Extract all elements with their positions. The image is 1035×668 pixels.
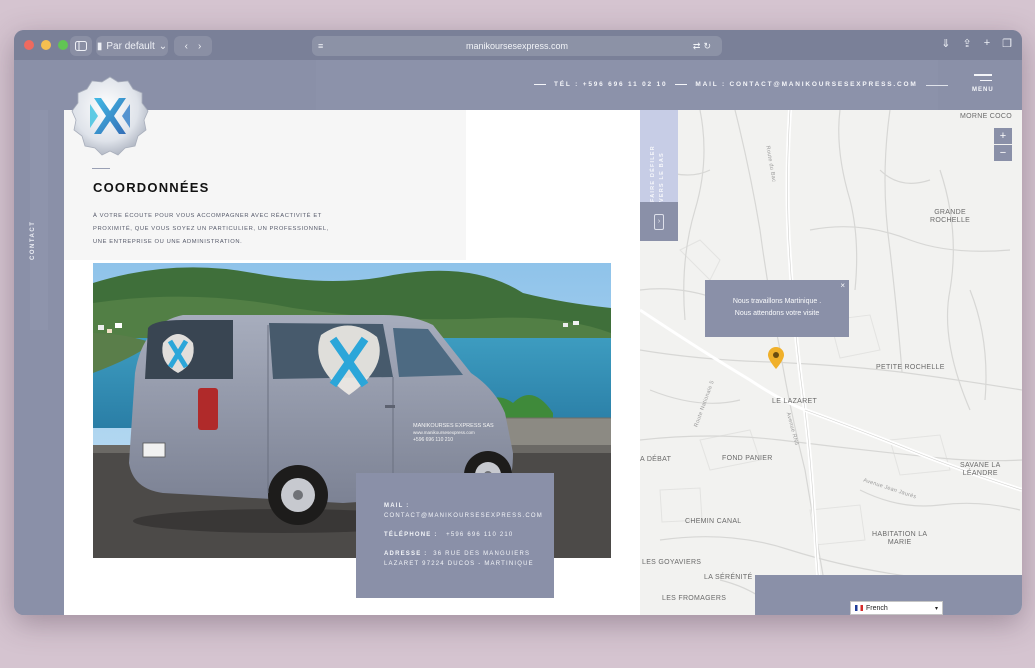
reader-icon[interactable]: ≡ (318, 41, 323, 51)
map-label-chemin-canal: CHEMIN CANAL (685, 518, 742, 525)
web-page: TÉL : +596 696 11 02 10 MAIL : CONTACT@M… (14, 60, 1022, 615)
toolbar-right: ⇓ ⇪ + ❐ (941, 37, 1012, 50)
french-flag-icon (855, 605, 863, 611)
address-bar[interactable]: ≡ manikoursesexpress.com ⇄↻ (312, 36, 722, 56)
main-content: COORDONNÉES À votre écoute pour vous acc… (64, 76, 640, 615)
map-canvas[interactable] (640, 110, 1022, 615)
sidebar-contact-label: CONTACT (30, 220, 36, 260)
share-icon[interactable]: ⇪ (962, 37, 971, 50)
info-phone: TÉLÉPHONE : +596 696 110 210 (384, 530, 554, 540)
sidebar-toggle-button[interactable] (70, 36, 92, 56)
header-mail[interactable]: MAIL : CONTACT@MANIKOURSESEXPRESS.COM (695, 81, 917, 88)
info-address: ADRESSE : 36 RUE DES MANGUIERS LAZARET 9… (384, 549, 554, 569)
map-label-morne-coco: MORNE COCO (960, 113, 1012, 120)
header-phone[interactable]: TÉL : +596 696 11 02 10 (554, 81, 667, 88)
download-icon[interactable]: ⇓ (941, 37, 950, 50)
mail-value[interactable]: CONTACT@MANIKOURSESEXPRESS.COM (384, 513, 543, 519)
bottom-panel: French ▾ (755, 575, 1022, 615)
map[interactable]: MORNE COCO GRANDE ROCHELLE PETITE ROCHEL… (640, 110, 1022, 615)
map-arrow-button[interactable]: › (640, 202, 678, 241)
url-text: manikoursesexpress.com (465, 41, 569, 51)
company-logo[interactable] (68, 74, 152, 158)
map-label-les-goyaviers: LES GOYAVIERS (642, 559, 702, 566)
popup-line-1: Nous travaillons Martinique . (732, 298, 822, 305)
chevron-down-icon: ▾ (934, 605, 938, 612)
profile-icon: ▮ (96, 40, 103, 52)
map-label-la-serenite: LA SÉRÉNITÉ (704, 574, 753, 581)
back-button[interactable]: ‹ (185, 41, 188, 52)
map-info-popup: × Nous travaillons Martinique . Nous att… (705, 280, 849, 337)
profile-label: Par default (106, 40, 155, 52)
zoom-in-button[interactable]: + (994, 128, 1012, 144)
tabs-overview-icon[interactable]: ❐ (1002, 37, 1012, 50)
map-label-savane: SAVANE LA LÉANDRE (960, 462, 1001, 477)
title-accent-line (92, 168, 110, 169)
zoom-out-button[interactable]: − (994, 145, 1012, 161)
sidebar-icon (75, 41, 87, 51)
language-selected: French (866, 604, 888, 612)
browser-window: ▮ Par default ⌄ ‹ › ≡ manikoursesexpress… (14, 30, 1022, 615)
profile-button[interactable]: ▮ Par default ⌄ (96, 36, 168, 56)
info-mail: MAIL : CONTACT@MANIKOURSESEXPRESS.COM (384, 501, 554, 521)
map-label-les-fromagers: LES FROMAGERS (662, 595, 727, 602)
popup-close-button[interactable]: × (840, 281, 845, 291)
scroll-down-tab[interactable]: FAIRE DÉFILER VERS LE BAS (640, 110, 678, 202)
phone-label: TÉLÉPHONE : (384, 532, 438, 538)
page-title: COORDONNÉES (93, 180, 210, 195)
intro-text: À votre écoute pour vous accompagner ave… (93, 213, 329, 245)
menu-button[interactable]: MENU (972, 74, 994, 93)
popup-line-2: Nous attendons votre visite (734, 310, 820, 317)
map-label-petite-rochelle: PETITE ROCHELLE (876, 364, 945, 371)
mail-label: MAIL : (384, 503, 410, 509)
phone-value[interactable]: +596 696 110 210 (446, 532, 513, 538)
translate-reload-icons[interactable]: ⇄↻ (693, 41, 714, 52)
van-text-phone: +596 696 110 210 (413, 437, 453, 443)
map-label-grande-rochelle: GRANDE ROCHELLE (930, 209, 971, 224)
address-label: ADRESSE : (384, 551, 428, 557)
contact-info-card: MAIL : CONTACT@MANIKOURSESEXPRESS.COM TÉ… (356, 473, 554, 598)
map-label-le-lazaret: LE LAZARET (772, 398, 818, 405)
history-nav: ‹ › (174, 36, 212, 56)
chevron-down-icon: ⌄ (158, 40, 168, 52)
left-sidebar: CONTACT (14, 110, 64, 615)
map-zoom-controls: + − (994, 128, 1012, 161)
map-label-debat: A DÉBAT (640, 456, 672, 463)
forward-button[interactable]: › (198, 41, 201, 52)
menu-label: MENU (972, 87, 994, 93)
new-tab-icon[interactable]: + (984, 37, 990, 50)
map-pin-icon[interactable] (768, 347, 784, 369)
minimize-window-button[interactable] (41, 40, 51, 50)
hamburger-icon (972, 74, 994, 81)
address-value: 36 RUE DES MANGUIERS (433, 551, 531, 557)
title-bar: ▮ Par default ⌄ ‹ › ≡ manikoursesexpress… (14, 30, 1022, 60)
address-value-2: LAZARET 97224 DUCOS - MARTINIQUE (384, 561, 534, 567)
close-window-button[interactable] (24, 40, 34, 50)
van-text-company: MANIKOURSES EXPRESS SAS (413, 423, 494, 429)
window-controls (24, 40, 68, 50)
zoom-window-button[interactable] (58, 40, 68, 50)
chevron-right-icon: › (654, 214, 664, 230)
scroll-down-label: FAIRE DÉFILER VERS LE BAS (650, 145, 665, 202)
map-label-habitation-la-marie: HABITATION LA MARIE (872, 531, 928, 546)
header-contact: TÉL : +596 696 11 02 10 MAIL : CONTACT@M… (534, 81, 918, 88)
menu-divider (926, 85, 948, 86)
map-label-fond-panier: FOND PANIER (722, 455, 773, 462)
language-select[interactable]: French ▾ (850, 601, 943, 615)
van-text-web: www.manikoursesexpress.com (413, 430, 475, 435)
